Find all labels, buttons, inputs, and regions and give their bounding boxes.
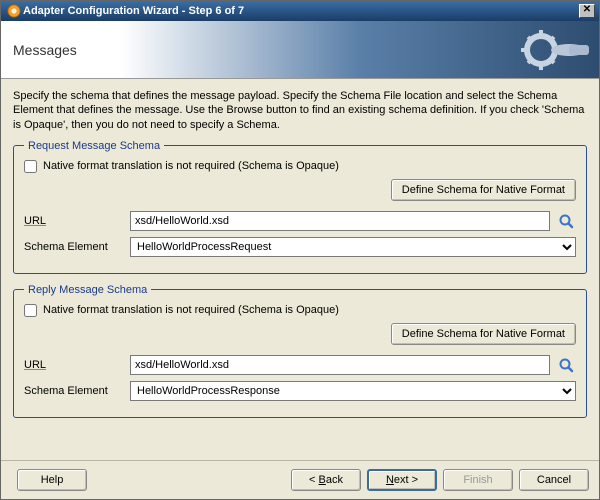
reply-legend: Reply Message Schema bbox=[24, 284, 151, 296]
wizard-footer: Help < Back Next > Finish Cancel bbox=[1, 460, 599, 499]
request-define-schema-button[interactable]: Define Schema for Native Format bbox=[391, 179, 576, 201]
back-button[interactable]: < Back bbox=[291, 469, 361, 491]
cancel-button[interactable]: Cancel bbox=[519, 469, 589, 491]
finish-button[interactable]: Finish bbox=[443, 469, 513, 491]
description-text: Specify the schema that defines the mess… bbox=[13, 89, 587, 132]
reply-url-label: URL bbox=[24, 359, 124, 371]
gear-decoration-icon bbox=[521, 25, 591, 75]
request-opaque-checkbox[interactable] bbox=[24, 160, 37, 173]
wizard-content: Specify the schema that defines the mess… bbox=[1, 79, 599, 460]
reply-opaque-label: Native format translation is not require… bbox=[43, 304, 339, 316]
request-browse-icon[interactable] bbox=[556, 211, 576, 231]
next-button[interactable]: Next > bbox=[367, 469, 437, 491]
request-element-label: Schema Element bbox=[24, 241, 124, 253]
request-url-label: URL bbox=[24, 215, 124, 227]
request-element-select[interactable]: HelloWorldProcessRequest bbox=[130, 237, 576, 257]
window-title: Adapter Configuration Wizard - Step 6 of… bbox=[5, 5, 579, 17]
help-button[interactable]: Help bbox=[17, 469, 87, 491]
wizard-header: Messages bbox=[1, 21, 599, 79]
reply-opaque-checkbox[interactable] bbox=[24, 304, 37, 317]
request-legend: Request Message Schema bbox=[24, 140, 164, 152]
request-opaque-label: Native format translation is not require… bbox=[43, 160, 339, 172]
reply-url-input[interactable] bbox=[130, 355, 550, 375]
request-url-input[interactable] bbox=[130, 211, 550, 231]
reply-element-label: Schema Element bbox=[24, 385, 124, 397]
app-icon bbox=[7, 4, 21, 18]
reply-element-select[interactable]: HelloWorldProcessResponse bbox=[130, 381, 576, 401]
reply-browse-icon[interactable] bbox=[556, 355, 576, 375]
page-title: Messages bbox=[13, 42, 77, 58]
request-schema-group: Request Message Schema Native format tra… bbox=[13, 140, 587, 274]
title-bar: Adapter Configuration Wizard - Step 6 of… bbox=[1, 1, 599, 21]
close-button[interactable]: ✕ bbox=[579, 4, 595, 18]
reply-define-schema-button[interactable]: Define Schema for Native Format bbox=[391, 323, 576, 345]
reply-schema-group: Reply Message Schema Native format trans… bbox=[13, 284, 587, 418]
